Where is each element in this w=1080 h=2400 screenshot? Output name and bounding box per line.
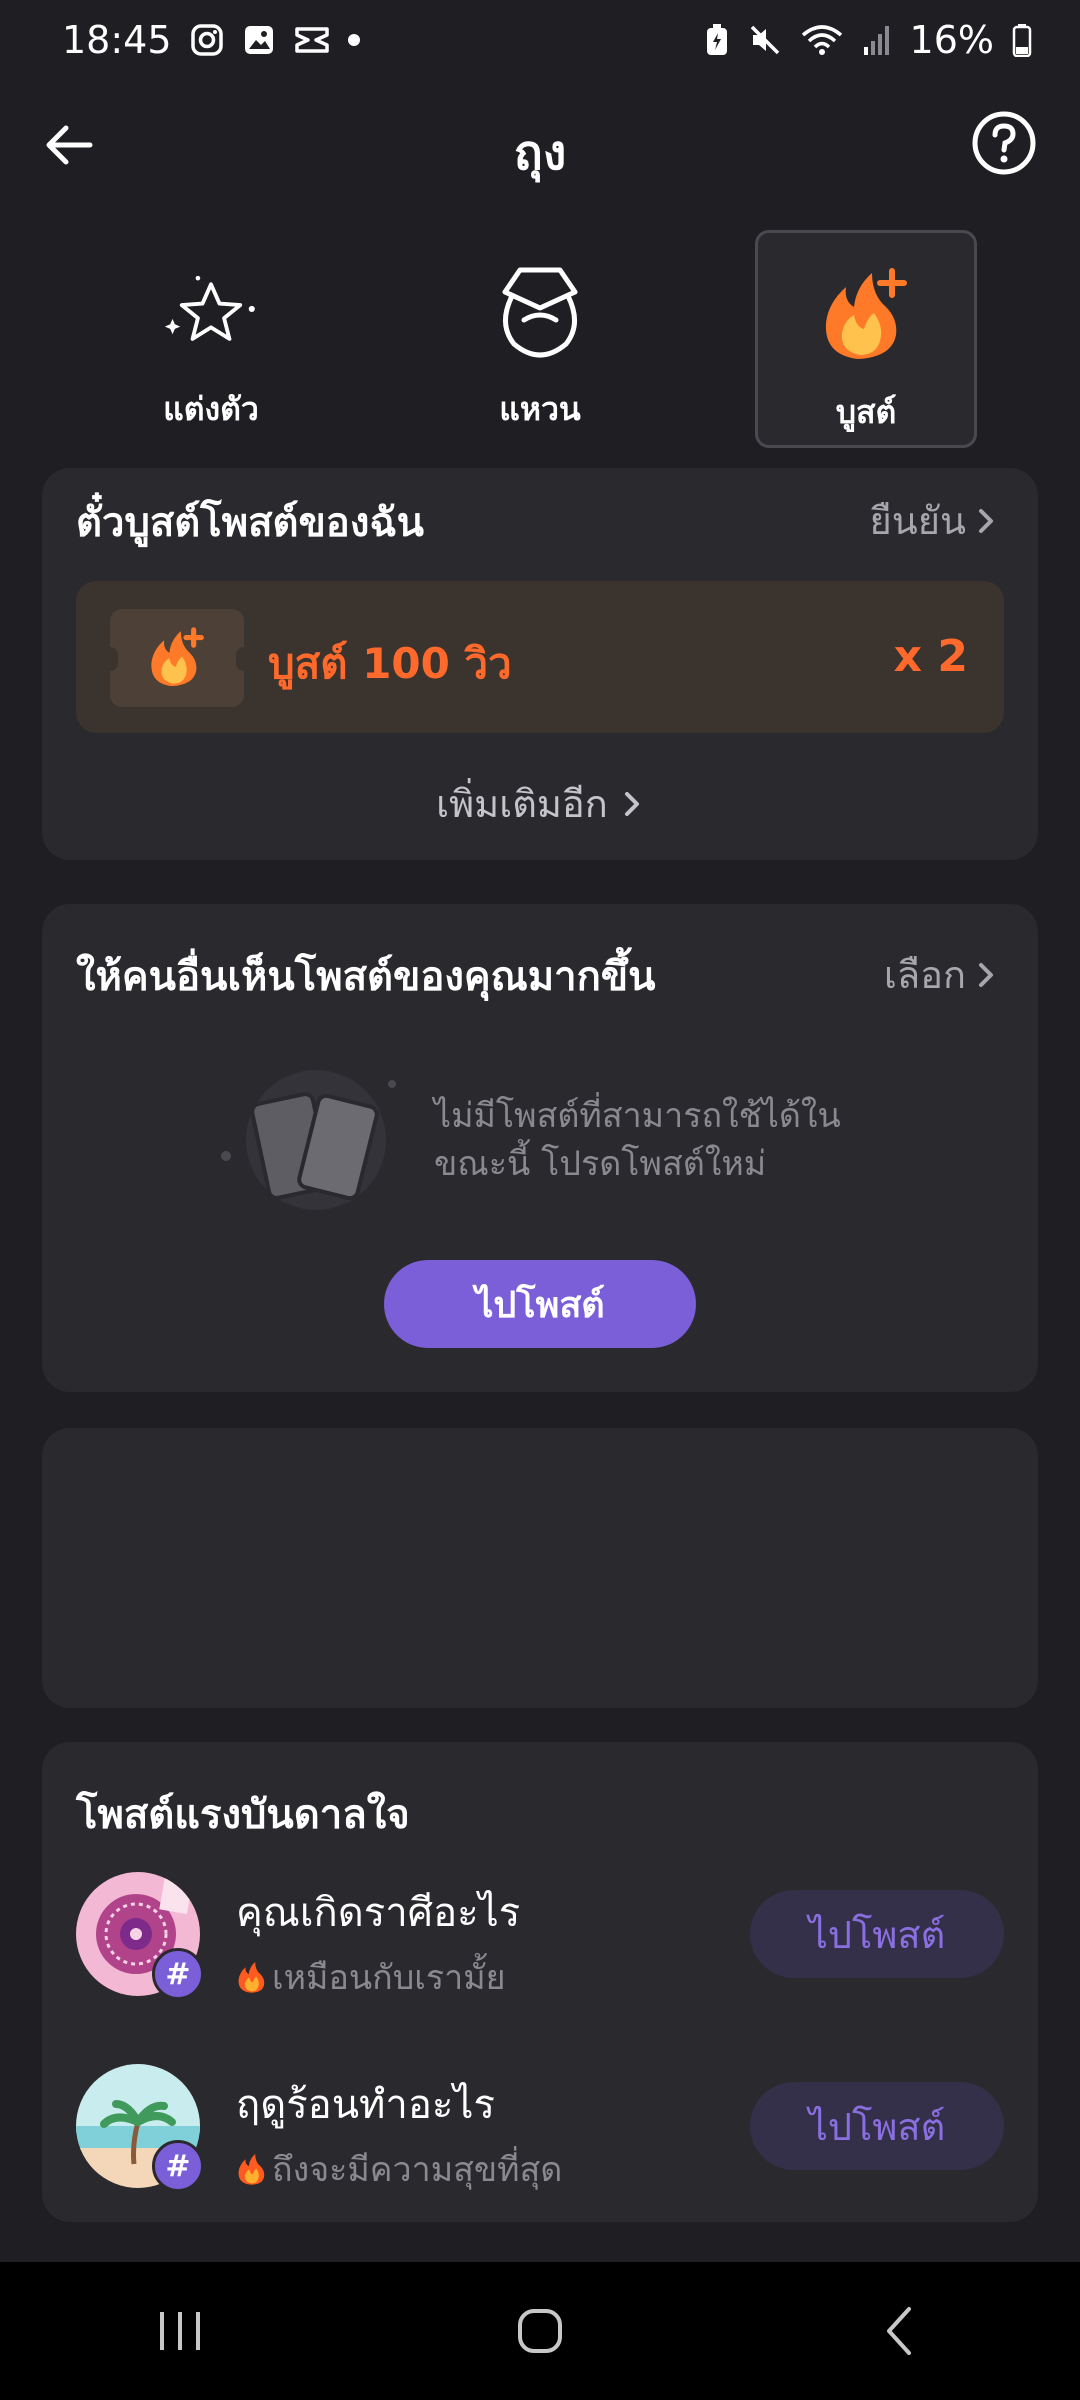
help-button[interactable] [970,109,1038,177]
app-header: ถุง [0,95,1080,205]
go-post-button[interactable]: ไปโพสต์ [384,1260,696,1348]
sparkle-star-icon [161,262,261,362]
boost-card-title: ตั๋วบูสต์โพสต์ของฉัน [76,500,424,546]
tab-outfit-label: แต่งตัว [163,390,259,428]
inspiration-subtitle-text: เหมือนกับเรามั้ย [272,1958,506,1998]
gallery-icon [242,23,276,57]
tab-boost[interactable]: บูสต์ [755,230,977,448]
confirm-link[interactable]: ยืนยัน [870,490,998,551]
chevron-left-icon [887,2307,911,2355]
boost-ticket-label: บูสต์ 100 วิว [268,639,512,688]
boost-ticket-row[interactable]: บูสต์ 100 วิว x 2 [76,581,1004,733]
tab-outfit[interactable]: แต่งตัว [100,230,322,448]
select-link[interactable]: เลือก [884,944,998,1005]
tab-ring[interactable]: แหวน [429,230,651,448]
fire-icon [238,1961,265,1993]
mute-icon [748,23,782,57]
hashtag-badge: # [152,1948,204,2000]
boost-ticket-quantity: x 2 [893,631,968,682]
select-label: เลือก [883,953,966,997]
inspiration-posts-card: โพสต์แรงบันดาลใจ # คุณเกิดราศีอะไร เหมือ… [42,1742,1038,2222]
fire-icon [238,2153,265,2185]
empty-posts-illustration [216,1064,406,1214]
capcut-icon [294,25,330,55]
tab-ring-label: แหวน [499,390,581,428]
chevron-right-icon [979,508,993,533]
battery-saver-icon [704,23,730,57]
recent-apps-button[interactable] [120,2281,240,2381]
category-tabs: แต่งตัว แหวน บูสต์ [0,230,1080,450]
chevron-right-icon [979,962,993,987]
empty-message-line-2: ขณะนี้ โปรดโพสต์ใหม่ [434,1144,767,1184]
go-post-button[interactable]: ไปโพสต์ [750,2082,1004,2170]
question-circle-icon [972,111,1036,175]
signal-icon [862,23,892,57]
more-tickets-link[interactable]: เพิ่มเติมอีก [42,773,1038,834]
tab-boost-label: บูสต์ [835,393,897,431]
visibility-card-title: ให้คนอื่นเห็นโพสต์ของคุณมากขึ้น [76,954,656,1000]
empty-placeholder-card [42,1428,1038,1708]
recent-apps-icon [160,2312,200,2350]
empty-posts-message: ไม่มีโพสต์ที่สามารถใช้ได้ใน ขณะนี้ โปรดโ… [434,1092,874,1188]
inspiration-title: ฤดูร้อนทำอะไร [236,2082,495,2128]
inspiration-item: # คุณเกิดราศีอะไร เหมือนกับเรามั้ย ไปโพส… [76,1872,1004,2002]
hashtag-badge: # [152,2140,204,2192]
system-back-button[interactable] [840,2281,960,2381]
inspiration-title: คุณเกิดราศีอะไร [236,1890,521,1936]
flame-plus-icon [816,265,916,365]
my-boost-tickets-card: ตั๋วบูสต์โพสต์ของฉัน ยืนยัน บูสต์ 100 วิ… [42,468,1038,860]
system-nav-bar [0,2262,1080,2400]
status-time: 18:45 [62,18,172,62]
battery-icon [1012,23,1032,57]
page-title: ถุง [513,125,567,181]
confirm-label: ยืนยัน [869,499,966,543]
chevron-right-icon [624,792,639,816]
wifi-icon [800,23,844,57]
battery-percent: 16% [909,18,994,62]
status-left: 18:45 [62,18,360,62]
status-right: 16% [704,18,1032,62]
status-bar: 18:45 16% [0,0,1080,80]
more-tickets-label: เพิ่มเติมอีก [436,782,608,826]
home-button[interactable] [480,2281,600,2381]
dot-icon [347,34,360,46]
ring-icon [490,262,590,362]
inspiration-subtitle-text: ถึงจะมีความสุขที่สุด [272,2150,563,2190]
inspiration-subtitle: เหมือนกับเรามั้ย [236,1950,506,2004]
home-icon [518,2309,562,2353]
instagram-icon [190,23,224,57]
empty-message-line-1: ไม่มีโพสต์ที่สามารถใช้ได้ใน [434,1096,841,1136]
go-post-button[interactable]: ไปโพสต์ [750,1890,1004,1978]
boost-ticket-icon [102,609,252,707]
post-visibility-card: ให้คนอื่นเห็นโพสต์ของคุณมากขึ้น เลือก ไม… [42,904,1038,1392]
inspiration-item: # ฤดูร้อนทำอะไร ถึงจะมีความสุขที่สุด ไปโ… [76,2064,1004,2194]
inspiration-subtitle: ถึงจะมีความสุขที่สุด [236,2142,562,2196]
inspiration-card-title: โพสต์แรงบันดาลใจ [76,1792,410,1838]
